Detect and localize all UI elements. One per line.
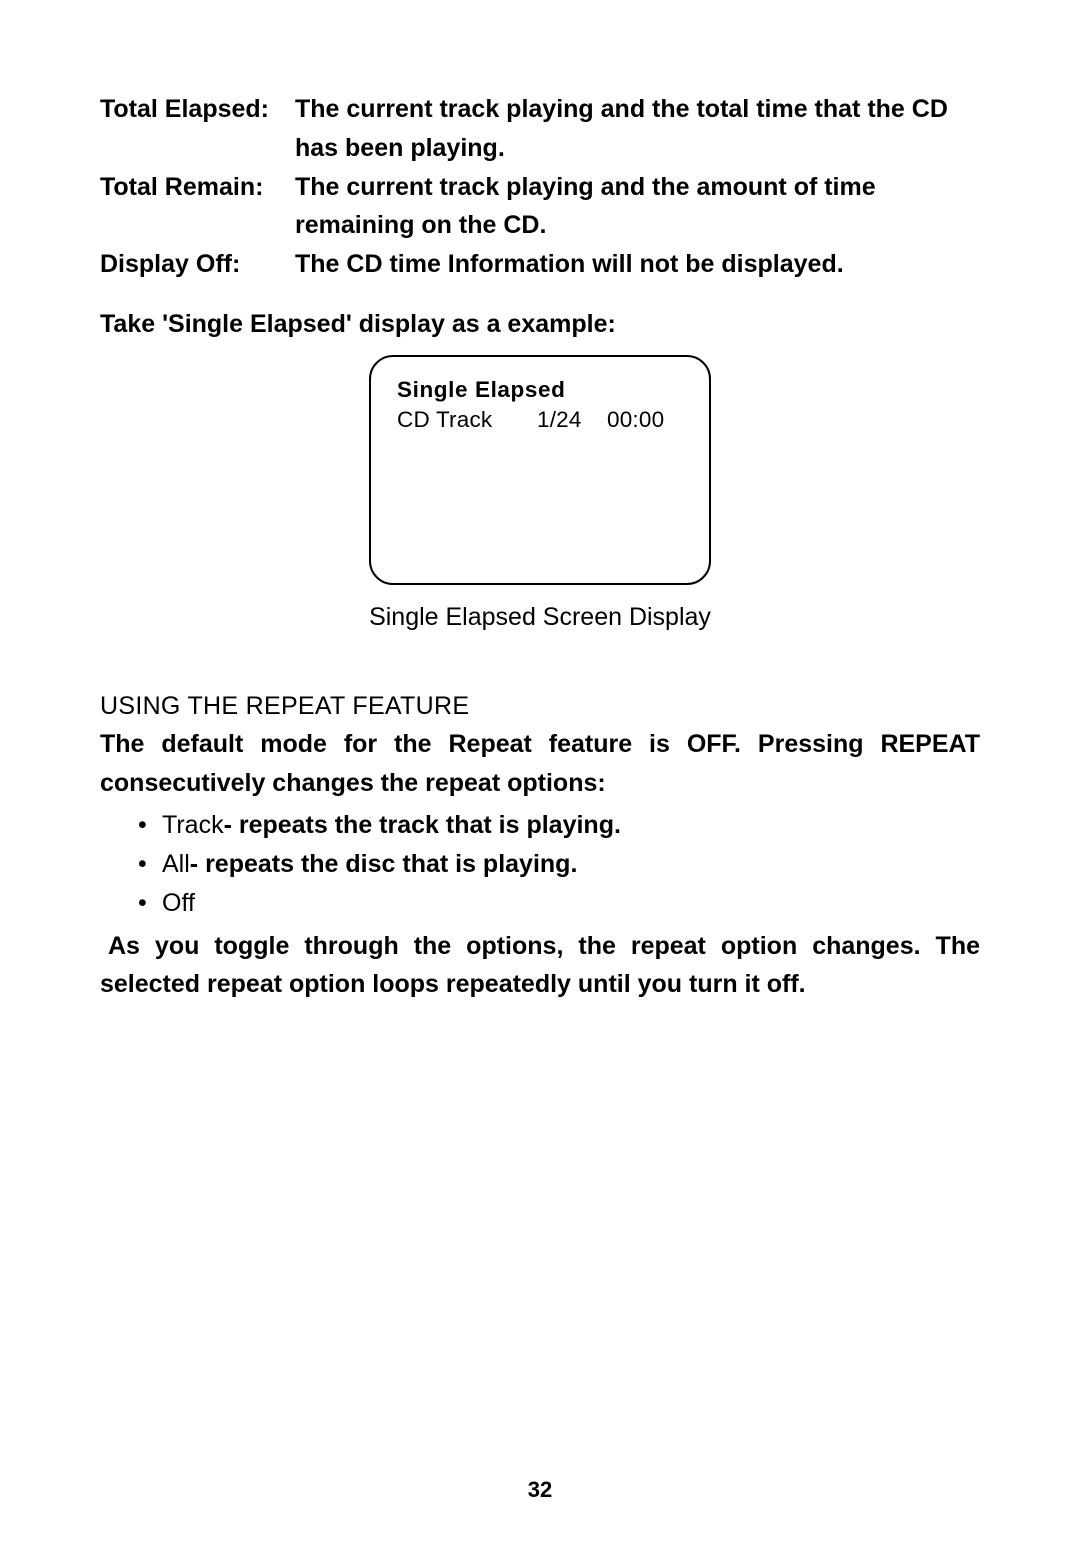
definition-term: Display Off:: [100, 245, 295, 284]
paragraph-repeat-intro: The default mode for the Repeat feature …: [100, 725, 980, 803]
bullet-prefix: All: [162, 850, 190, 878]
bullet-rest: - repeats the track that is playing.: [224, 811, 621, 839]
bullet-prefix: Track: [162, 811, 224, 839]
bullet-list: Track- repeats the track that is playing…: [138, 806, 980, 922]
example-intro: Take 'Single Elapsed' display as a examp…: [100, 310, 980, 339]
display-caption: Single Elapsed Screen Display: [100, 603, 980, 632]
display-line1: Single Elapsed: [397, 377, 683, 403]
bullet-off: Off: [138, 884, 980, 923]
page-number: 32: [0, 1477, 1080, 1503]
definition-desc: The CD time Information will not be disp…: [295, 245, 980, 284]
bullet-all: All- repeats the disc that is playing.: [138, 845, 980, 884]
definition-desc: The current track playing and the total …: [295, 90, 980, 168]
definition-total-remain: Total Remain: The current track playing …: [100, 168, 980, 246]
definition-list: Total Elapsed: The current track playing…: [100, 90, 980, 284]
display-track-number: 1/24: [537, 407, 607, 433]
definition-display-off: Display Off: The CD time Information wil…: [100, 245, 980, 284]
display-box: Single Elapsed CD Track1/2400:00: [369, 355, 711, 585]
definition-desc: The current track playing and the amount…: [295, 168, 980, 246]
definition-total-elapsed: Total Elapsed: The current track playing…: [100, 90, 980, 168]
display-track-label: CD Track: [397, 407, 537, 433]
section-title-repeat: USING THE REPEAT FEATURE: [100, 692, 980, 721]
bullet-track: Track- repeats the track that is playing…: [138, 806, 980, 845]
display-line2: CD Track1/2400:00: [397, 407, 683, 433]
definition-term: Total Remain:: [100, 168, 295, 246]
display-time: 00:00: [607, 407, 664, 433]
paragraph-repeat-toggle: As you toggle through the options, the r…: [100, 927, 980, 1005]
definition-term: Total Elapsed:: [100, 90, 295, 168]
bullet-rest: - repeats the disc that is playing.: [190, 850, 578, 878]
